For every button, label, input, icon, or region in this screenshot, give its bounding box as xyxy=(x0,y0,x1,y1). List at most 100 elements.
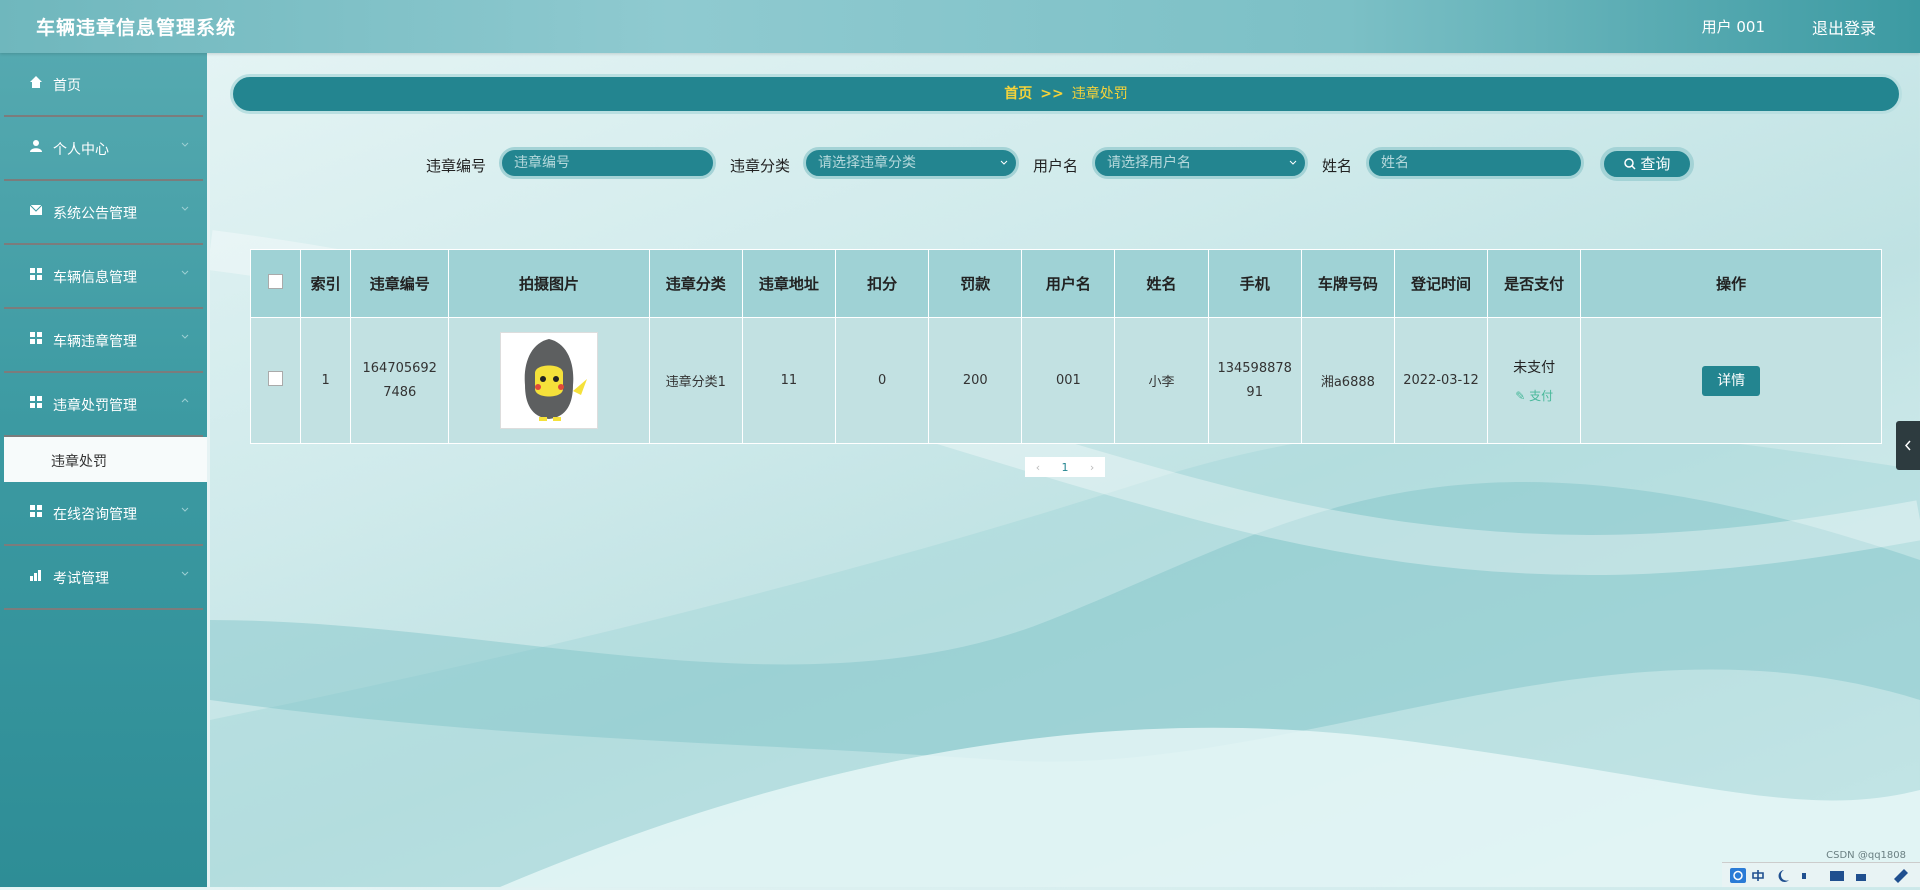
chevron-down-icon xyxy=(1289,160,1297,165)
grid-icon xyxy=(30,396,42,408)
column-header: 手机 xyxy=(1207,249,1302,318)
pay-link[interactable]: ✎ 支付 xyxy=(1515,389,1553,403)
table-header-row: 索引 违章编号 拍摄图片 违章分类 违章地址 扣分 罚款 用户名 姓名 手机 车… xyxy=(249,249,1882,318)
column-header: 违章地址 xyxy=(741,249,837,318)
search-button[interactable]: 查询 xyxy=(1600,147,1694,181)
chevron-down-icon xyxy=(181,206,189,211)
grid-icon xyxy=(30,332,42,344)
column-header: 是否支付 xyxy=(1487,249,1582,318)
column-header: 登记时间 xyxy=(1393,249,1489,318)
chevron-down-icon xyxy=(181,507,189,512)
breadcrumb-current: 违章处罚 xyxy=(1071,86,1128,102)
sidebar-item-label: 违章处罚管理 xyxy=(53,398,137,414)
points-cell: 0 xyxy=(834,317,930,444)
breadcrumb-separator: >> xyxy=(1040,86,1064,102)
sidebar-item-label: 系统公告管理 xyxy=(53,206,137,222)
chevron-left-icon xyxy=(1904,440,1911,451)
sidebar-item-label: 个人中心 xyxy=(53,142,109,158)
column-header: 罚款 xyxy=(928,249,1023,318)
column-header: 用户名 xyxy=(1021,249,1116,318)
watermark: CSDN @qq1808 xyxy=(1826,850,1906,861)
current-user-label: 用户 001 xyxy=(1701,18,1765,36)
sidebar-item-home[interactable]: 首页 xyxy=(4,53,203,117)
home-icon xyxy=(30,76,42,88)
username-select[interactable]: 请选择用户名 xyxy=(1092,147,1308,179)
app-title: 车辆违章信息管理系统 xyxy=(36,17,237,39)
breadcrumb: 首页 >> 违章处罚 xyxy=(230,74,1902,114)
pagination: ‹ 1 › xyxy=(1025,457,1105,477)
sidebar-menu: 首页 个人中心 系统公告管理 车辆信息管理 车辆违章管理 违章处罚管理 违章处罚… xyxy=(0,53,210,887)
action-cell: 详情 xyxy=(1580,317,1882,444)
name-input[interactable]: 姓名 xyxy=(1366,147,1584,179)
violation-code-input[interactable]: 违章编号 xyxy=(499,147,716,179)
index-cell: 1 xyxy=(300,317,352,444)
username-placeholder: 请选择用户名 xyxy=(1107,155,1191,171)
chevron-down-icon xyxy=(181,571,189,576)
edit-icon: ✎ xyxy=(1515,389,1526,403)
next-page-icon[interactable]: › xyxy=(1090,461,1094,474)
column-header: 扣分 xyxy=(834,249,930,318)
sidebar-item-announcements[interactable]: 系统公告管理 xyxy=(4,181,203,245)
sidebar-item-online-consult[interactable]: 在线咨询管理 xyxy=(4,482,203,546)
violation-category-label: 违章分类 xyxy=(730,157,791,175)
search-button-label: 查询 xyxy=(1640,155,1671,173)
column-header: 操作 xyxy=(1580,249,1882,318)
column-header: 违章分类 xyxy=(648,249,743,318)
table-row: 1 1647056927486 违章分类1 11 0 200 001 小李 13… xyxy=(249,317,1882,444)
page-number[interactable]: 1 xyxy=(1061,461,1068,474)
side-panel-toggle[interactable] xyxy=(1896,421,1920,470)
system-tray xyxy=(1722,862,1920,887)
logout-link[interactable]: 退出登录 xyxy=(1812,15,1876,39)
row-select-cell xyxy=(249,317,302,444)
fine-cell: 200 xyxy=(928,317,1023,444)
name-label: 姓名 xyxy=(1322,157,1353,175)
sidebar-subitem-violation-penalty[interactable]: 违章处罚 xyxy=(4,437,207,482)
sidebar-subitem-label: 违章处罚 xyxy=(51,454,107,470)
violation-category-placeholder: 请选择违章分类 xyxy=(818,155,916,171)
chevron-down-icon xyxy=(181,142,189,147)
grid-icon xyxy=(30,268,42,280)
sidebar-item-exam[interactable]: 考试管理 xyxy=(4,546,203,610)
pay-status-text: 未支付 xyxy=(1513,360,1556,376)
chart-icon xyxy=(30,570,41,581)
violation-category-select[interactable]: 请选择违章分类 xyxy=(803,147,1019,179)
address-cell: 11 xyxy=(741,317,837,444)
username-cell: 001 xyxy=(1021,317,1116,444)
sidebar-item-label: 首页 xyxy=(53,78,81,94)
pay-link-label: 支付 xyxy=(1529,389,1554,403)
breadcrumb-home-link[interactable]: 首页 xyxy=(1004,86,1032,102)
sidebar-item-vehicle-info[interactable]: 车辆信息管理 xyxy=(4,245,203,309)
sidebar-item-vehicle-violations[interactable]: 车辆违章管理 xyxy=(4,309,203,373)
sidebar-item-label: 车辆信息管理 xyxy=(53,270,137,286)
column-header: 姓名 xyxy=(1114,249,1209,318)
photo-cell xyxy=(448,317,650,444)
sidebar-item-personal-center[interactable]: 个人中心 xyxy=(4,117,203,181)
mail-icon xyxy=(29,204,43,215)
violation-code-cell: 1647056927486 xyxy=(350,317,450,444)
violation-photo[interactable] xyxy=(500,332,598,429)
date-cell: 2022-03-12 xyxy=(1393,317,1489,444)
column-header: 车牌号码 xyxy=(1300,249,1395,318)
sidebar-item-label: 考试管理 xyxy=(53,571,109,587)
detail-button[interactable]: 详情 xyxy=(1702,365,1761,396)
chevron-down-icon xyxy=(181,334,189,339)
plate-cell: 湘a6888 xyxy=(1300,317,1395,444)
sidebar-item-label: 在线咨询管理 xyxy=(53,507,137,523)
pay-status-cell: 未支付 ✎ 支付 xyxy=(1487,317,1582,444)
select-all-checkbox[interactable] xyxy=(268,274,284,289)
select-all-header xyxy=(249,249,302,318)
row-checkbox[interactable] xyxy=(268,371,284,386)
prev-page-icon[interactable]: ‹ xyxy=(1036,461,1040,474)
chevron-up-icon xyxy=(181,398,189,403)
chevron-down-icon xyxy=(181,270,189,275)
column-header: 违章编号 xyxy=(350,249,450,318)
category-cell: 违章分类1 xyxy=(648,317,743,444)
chevron-down-icon xyxy=(1000,160,1008,165)
top-header: 车辆违章信息管理系统 用户 001 退出登录 xyxy=(0,0,1920,53)
username-label: 用户名 xyxy=(1033,157,1079,175)
phone-cell: 13459887891 xyxy=(1207,317,1302,444)
violation-code-label: 违章编号 xyxy=(426,157,487,175)
tray-icons xyxy=(1730,868,1908,883)
sidebar-item-violation-penalty[interactable]: 违章处罚管理 xyxy=(4,373,203,437)
column-header: 索引 xyxy=(300,249,352,318)
